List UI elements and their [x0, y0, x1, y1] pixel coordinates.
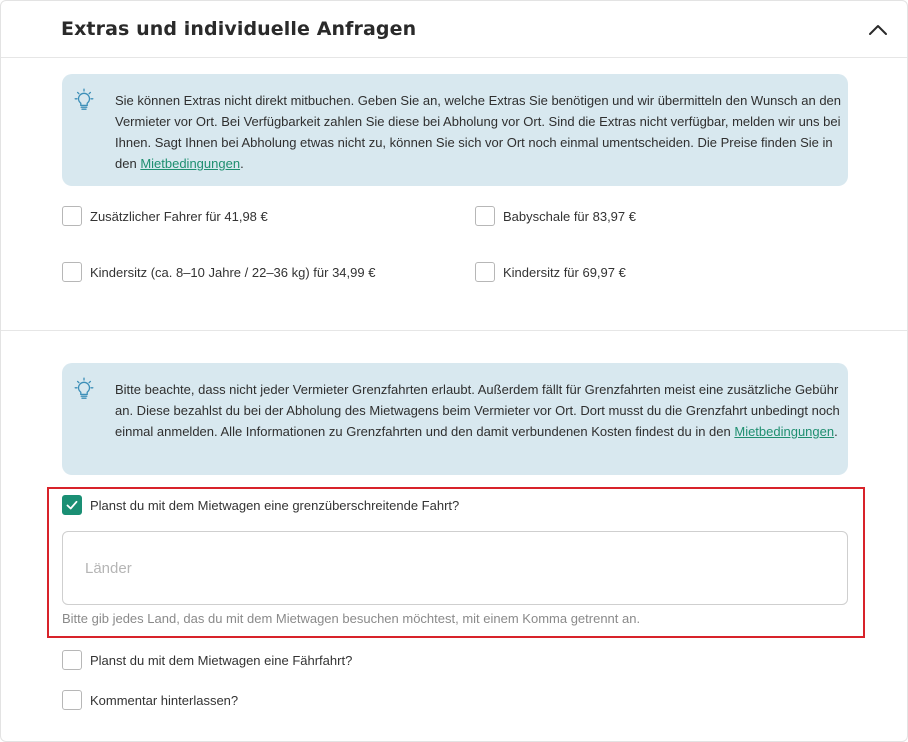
section-divider: [1, 330, 907, 331]
chevron-up-icon: [869, 25, 887, 35]
extras-terms-link[interactable]: Mietbedingungen: [140, 156, 240, 171]
checkbox[interactable]: [475, 262, 495, 282]
ferry-option[interactable]: Planst du mit dem Mietwagen eine Fährfah…: [62, 649, 352, 671]
section-header[interactable]: Extras und individuelle Anfragen: [1, 1, 907, 58]
extras-info-suffix: .: [240, 156, 244, 171]
checkbox-label: Kindersitz (ca. 8–10 Jahre / 22–36 kg) f…: [90, 264, 376, 280]
lightbulb-icon: [74, 377, 94, 399]
countries-input[interactable]: [62, 531, 848, 605]
collapse-button[interactable]: [865, 17, 891, 41]
extras-card: Extras und individuelle Anfragen Sie kön…: [0, 0, 908, 742]
checkbox[interactable]: [62, 262, 82, 282]
extra-child-seat[interactable]: Kindersitz für 69,97 €: [475, 261, 626, 283]
checkmark-icon: [66, 500, 78, 510]
extra-baby-seat[interactable]: Babyschale für 83,97 €: [475, 205, 636, 227]
countries-hint: Bitte gib jedes Land, das du mit dem Mie…: [62, 611, 641, 626]
checkbox-checked[interactable]: [62, 495, 82, 515]
checkbox[interactable]: [62, 206, 82, 226]
border-terms-link[interactable]: Mietbedingungen: [734, 424, 834, 439]
extra-additional-driver[interactable]: Zusätzlicher Fahrer für 41,98 €: [62, 205, 268, 227]
border-info-suffix: .: [834, 424, 838, 439]
border-info-box: Bitte beachte, dass nicht jeder Vermiete…: [62, 363, 848, 475]
checkbox-label: Planst du mit dem Mietwagen eine grenzüb…: [90, 497, 460, 513]
comment-option[interactable]: Kommentar hinterlassen?: [62, 689, 238, 711]
checkbox-label: Kindersitz für 69,97 €: [503, 264, 626, 280]
lightbulb-icon: [74, 88, 94, 110]
checkbox-label: Babyschale für 83,97 €: [503, 208, 636, 224]
checkbox[interactable]: [62, 690, 82, 710]
checkbox[interactable]: [62, 650, 82, 670]
checkbox-label: Zusätzlicher Fahrer für 41,98 €: [90, 208, 268, 224]
border-info-body: Bitte beachte, dass nicht jeder Vermiete…: [115, 382, 840, 439]
border-info-text: Bitte beachte, dass nicht jeder Vermiete…: [115, 379, 845, 442]
checkbox-label: Kommentar hinterlassen?: [90, 692, 239, 708]
cross-border-option[interactable]: Planst du mit dem Mietwagen eine grenzüb…: [62, 494, 459, 516]
extra-child-seat-large[interactable]: Kindersitz (ca. 8–10 Jahre / 22–36 kg) f…: [62, 261, 375, 283]
checkbox-label: Planst du mit dem Mietwagen eine Fährfah…: [90, 652, 353, 668]
extras-info-text: Sie können Extras nicht direkt mitbuchen…: [115, 90, 845, 174]
section-title: Extras und individuelle Anfragen: [61, 18, 417, 40]
extras-info-box: Sie können Extras nicht direkt mitbuchen…: [62, 74, 848, 186]
checkbox[interactable]: [475, 206, 495, 226]
